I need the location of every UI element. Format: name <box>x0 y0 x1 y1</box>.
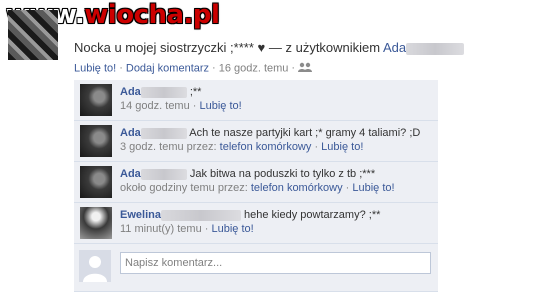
comment-time: 14 godz. temu <box>120 100 190 112</box>
commenter-avatar[interactable] <box>80 207 112 239</box>
comment-input[interactable] <box>120 252 431 274</box>
commenter-avatar[interactable] <box>80 125 112 157</box>
redacted-name <box>406 42 465 55</box>
comment-text: Jak bitwa na poduszki to tylko z tb ;*** <box>189 168 376 180</box>
commenter-name[interactable]: Ada <box>120 127 141 139</box>
commenter-avatar[interactable] <box>80 84 112 116</box>
commenter-avatar[interactable] <box>80 166 112 198</box>
comment-like-link[interactable]: Lubię to! <box>212 223 254 235</box>
comment-meta: 11 minut(y) temu · Lubię to! <box>120 223 254 235</box>
comment-item: Ewelina hehe kiedy powtarzamy? ;** 11 mi… <box>74 203 438 244</box>
watermark-brand: wiocha.pl <box>84 0 220 30</box>
post-text: Nocka u mojej siostrzyczki ;**** <box>74 40 254 55</box>
post-time: 16 godz. temu <box>218 62 289 75</box>
people-icon <box>298 62 313 75</box>
commenter-name[interactable]: Ada <box>120 86 141 98</box>
comment-meta: około godziny temu przez: telefon komórk… <box>120 182 395 194</box>
redacted-name <box>160 209 241 221</box>
poster-avatar[interactable] <box>8 10 58 60</box>
comment-item: Ada Ach te nasze partyjki kart ;* gramy … <box>74 121 438 162</box>
comment-text: hehe kiedy powtarzamy? ;** <box>244 209 381 221</box>
commenter-name[interactable]: Ada <box>120 168 141 180</box>
heart-icon: ♥ <box>257 40 266 55</box>
post-actions: Lubię to! · Dodaj komentarz · 16 godz. temu · <box>74 62 313 75</box>
comment-item: Ada Jak bitwa na poduszki to tylko z tb … <box>74 162 438 203</box>
redacted-name <box>140 86 187 98</box>
comment-text: Ach te nasze partyjki kart ;* gramy 4 ta… <box>189 127 421 139</box>
commenter-name[interactable]: Ewelina <box>120 209 161 221</box>
comment-meta: 3 godz. temu przez: telefon komórkowy · … <box>120 141 364 153</box>
post-like-link[interactable]: Lubię to! <box>74 62 116 74</box>
comment-time: 11 minut(y) temu <box>120 223 202 235</box>
post-text-line: Nocka u mojej siostrzyczki ;**** ♥ — z u… <box>74 40 465 55</box>
comment-like-link[interactable]: Lubię to! <box>200 100 242 112</box>
comment-time: około godziny temu przez: <box>120 182 248 194</box>
default-avatar-icon <box>79 250 111 282</box>
comment-like-link[interactable]: Lubię to! <box>321 141 363 153</box>
tagged-user-link[interactable]: Ada <box>383 40 406 55</box>
post-with-text: — z użytkownikiem <box>268 40 381 55</box>
comment-via-link[interactable]: telefon komórkowy <box>251 182 343 194</box>
redacted-name <box>140 168 187 180</box>
add-comment-link[interactable]: Dodaj komentarz <box>126 62 209 74</box>
comment-meta: 14 godz. temu · Lubię to! <box>120 100 242 112</box>
comment-time: 3 godz. temu przez: <box>120 141 217 153</box>
separator: · <box>212 62 216 75</box>
redacted-name <box>140 127 187 139</box>
comment-text: ;** <box>189 86 202 98</box>
comments-list: Ada ;** 14 godz. temu · Lubię to! Ada Ac… <box>74 80 438 292</box>
write-comment-row <box>74 244 438 292</box>
comment-via-link[interactable]: telefon komórkowy <box>220 141 312 153</box>
comment-item: Ada ;** 14 godz. temu · Lubię to! <box>74 80 438 121</box>
separator: · <box>119 62 123 75</box>
separator: · <box>291 62 296 75</box>
comment-like-link[interactable]: Lubię to! <box>352 182 394 194</box>
